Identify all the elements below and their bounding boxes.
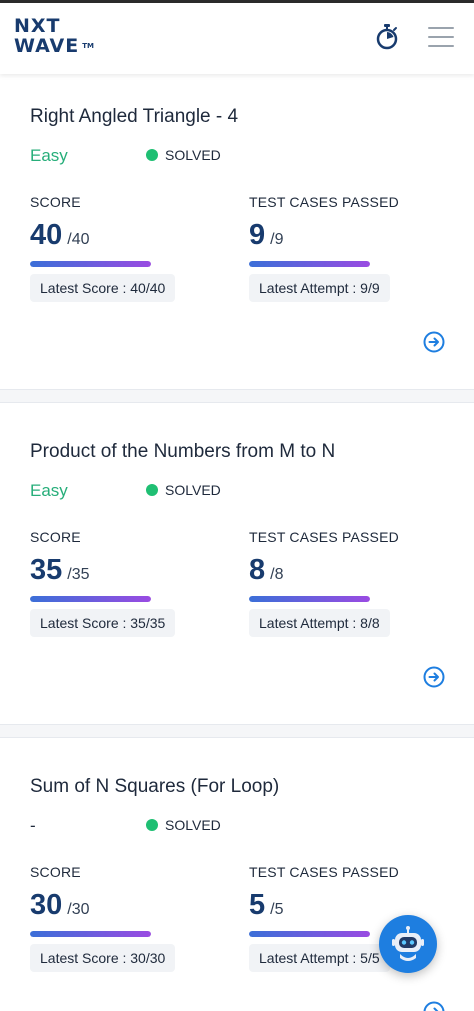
arrow-right-circle-icon[interactable]: [423, 331, 445, 353]
test-cases-value: 8/8: [249, 554, 283, 587]
solved-dot-icon: [146, 149, 158, 161]
robot-icon: [392, 926, 424, 961]
test-cases-number: 9: [249, 219, 266, 251]
problem-card: Right Angled Triangle - 4 Easy SOLVED SC…: [0, 81, 474, 389]
status-badge: SOLVED: [146, 147, 221, 163]
score-value: 30/30: [30, 889, 90, 922]
logo-trademark: TM: [82, 42, 94, 50]
score-number: 30: [30, 889, 63, 921]
test-cases-progress-bar: [249, 596, 370, 602]
score-label: SCORE: [30, 864, 81, 880]
score-max: /30: [67, 901, 90, 918]
test-cases-value: 9/9: [249, 219, 283, 252]
status-text: SOLVED: [165, 482, 221, 498]
logo-line-2: WAVE: [14, 35, 80, 57]
latest-score-chip: Latest Score : 35/35: [30, 609, 176, 637]
status-badge: SOLVED: [146, 482, 221, 498]
test-cases-label: TEST CASES PASSED: [249, 864, 399, 880]
problem-title[interactable]: Sum of N Squares (For Loop): [30, 776, 279, 798]
nxtwave-logo[interactable]: NXT WAVE TM: [14, 16, 94, 56]
problem-card: Product of the Numbers from M to N Easy …: [0, 416, 474, 724]
status-text: SOLVED: [165, 147, 221, 163]
latest-score-chip: Latest Score : 30/30: [30, 944, 176, 972]
hamburger-menu-icon[interactable]: [428, 27, 454, 47]
test-cases-max: /9: [270, 231, 284, 248]
latest-score-chip: Latest Score : 40/40: [30, 274, 176, 302]
app-header: NXT WAVE TM: [0, 3, 474, 74]
problem-title[interactable]: Right Angled Triangle - 4: [30, 106, 238, 128]
stopwatch-icon[interactable]: [375, 24, 399, 50]
test-cases-progress-bar: [249, 931, 370, 937]
problem-title[interactable]: Product of the Numbers from M to N: [30, 441, 335, 463]
solved-dot-icon: [146, 819, 158, 831]
test-cases-max: /5: [270, 901, 284, 918]
test-cases-max: /8: [270, 566, 284, 583]
test-cases-label: TEST CASES PASSED: [249, 529, 399, 545]
card-divider: [0, 724, 474, 738]
latest-attempt-chip: Latest Attempt : 9/9: [249, 274, 390, 302]
latest-attempt-chip: Latest Attempt : 5/5: [249, 944, 390, 972]
score-progress-bar: [30, 261, 151, 267]
arrow-right-circle-icon[interactable]: [423, 666, 445, 688]
score-max: /35: [67, 566, 90, 583]
status-text: SOLVED: [165, 817, 221, 833]
score-label: SCORE: [30, 529, 81, 545]
test-cases-label: TEST CASES PASSED: [249, 194, 399, 210]
test-cases-value: 5/5: [249, 889, 283, 922]
score-progress-bar: [30, 931, 151, 937]
score-max: /40: [67, 231, 90, 248]
solved-dot-icon: [146, 484, 158, 496]
score-label: SCORE: [30, 194, 81, 210]
score-value: 40/40: [30, 219, 90, 252]
arrow-right-circle-icon[interactable]: [423, 1001, 445, 1011]
status-badge: SOLVED: [146, 817, 221, 833]
test-cases-number: 5: [249, 889, 266, 921]
score-number: 40: [30, 219, 63, 251]
chatbot-button[interactable]: [379, 915, 437, 973]
test-cases-progress-bar: [249, 261, 370, 267]
latest-attempt-chip: Latest Attempt : 8/8: [249, 609, 390, 637]
test-cases-number: 8: [249, 554, 266, 586]
score-progress-bar: [30, 596, 151, 602]
score-value: 35/35: [30, 554, 90, 587]
difficulty-label: Easy: [30, 481, 68, 500]
score-number: 35: [30, 554, 63, 586]
card-divider: [0, 389, 474, 403]
logo-line-1: NXT: [14, 15, 61, 37]
difficulty-label: Easy: [30, 146, 68, 165]
difficulty-label: -: [30, 816, 36, 835]
